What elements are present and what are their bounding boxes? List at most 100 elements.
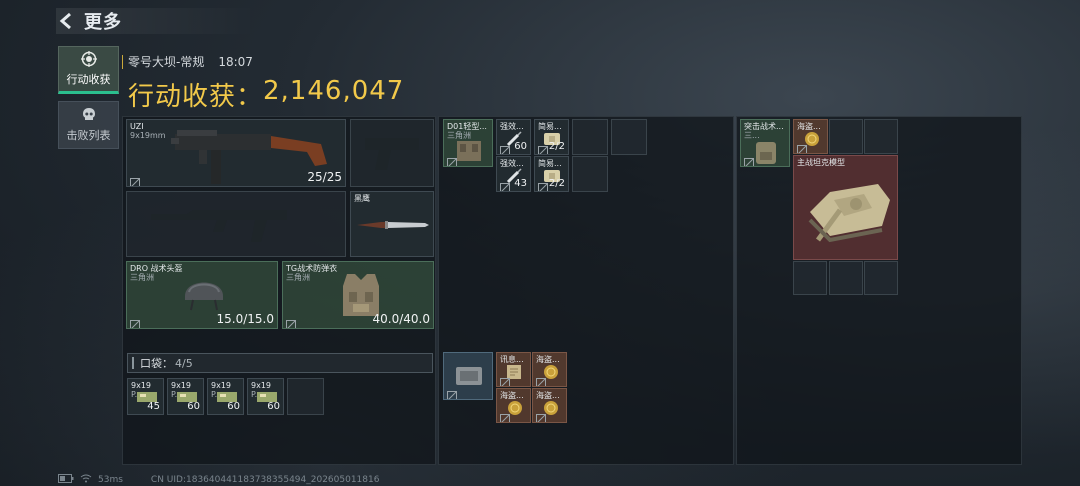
secure-case-slot[interactable] bbox=[443, 352, 493, 400]
rig-empty-slot[interactable] bbox=[572, 119, 608, 155]
backpack-empty-slot[interactable] bbox=[864, 119, 898, 154]
footer-status: 53ms CN UID:183640441183738355494_202605… bbox=[58, 474, 379, 486]
rifle-slot[interactable] bbox=[126, 191, 346, 257]
item-qty: 60 bbox=[227, 401, 240, 412]
pocket-empty-slot[interactable] bbox=[287, 378, 324, 415]
item-qty: 60 bbox=[267, 401, 280, 412]
case-item[interactable]: 海盗... bbox=[532, 388, 567, 423]
item-qty: 60 bbox=[514, 141, 527, 152]
match-time: 18:07 bbox=[218, 54, 253, 69]
back-chevron-icon[interactable] bbox=[58, 12, 76, 30]
knife-icon bbox=[357, 221, 429, 229]
tab-label: 行动收获 bbox=[66, 73, 111, 86]
item-name: 9x19 bbox=[251, 381, 272, 390]
unlocked-flag-icon bbox=[130, 173, 140, 186]
unlocked-flag-icon bbox=[130, 315, 140, 328]
melee-slot[interactable]: 黑鹰 bbox=[350, 191, 434, 257]
item-name: 9x19 bbox=[131, 381, 152, 390]
header: 更多 bbox=[58, 8, 122, 34]
chest-rig-icon bbox=[457, 141, 481, 161]
rig-empty-slot[interactable] bbox=[611, 119, 647, 155]
backpack-empty-slot[interactable] bbox=[864, 261, 898, 295]
unlocked-flag-icon bbox=[447, 153, 457, 166]
rig-item[interactable]: 强效... 43 bbox=[496, 156, 531, 192]
earnings-value: 2,146,047 bbox=[263, 76, 405, 106]
case-item[interactable]: 海盗... bbox=[532, 352, 567, 387]
target-icon bbox=[80, 51, 97, 67]
match-info: 零号大坝-常规 18:07 bbox=[122, 53, 253, 70]
armor-durability: 40.0/40.0 bbox=[372, 312, 430, 326]
unlocked-flag-icon bbox=[500, 178, 510, 191]
backpack-item[interactable]: 海盗... bbox=[793, 119, 828, 154]
helmet-faction: 三角洲 bbox=[130, 273, 154, 282]
item-qty: 2/2 bbox=[548, 178, 565, 189]
latency: 53ms bbox=[98, 475, 123, 485]
map-name: 零号大坝-常规 bbox=[128, 55, 205, 69]
item-qty: 2/2 bbox=[548, 141, 565, 152]
pocket-header: 口袋： 4/5 bbox=[127, 353, 433, 373]
divider bbox=[132, 357, 134, 369]
battery-icon bbox=[58, 474, 74, 486]
armor-faction: 三角洲 bbox=[286, 273, 310, 282]
unlocked-flag-icon bbox=[286, 315, 296, 328]
case-item[interactable]: 海盗... bbox=[496, 388, 531, 423]
pocket-item[interactable]: 9x19 P... 60 bbox=[247, 378, 284, 415]
wifi-icon bbox=[80, 474, 92, 486]
tab-operation-loot[interactable]: 行动收获 bbox=[58, 46, 119, 94]
rifle-silhouette-icon bbox=[151, 210, 287, 242]
rig-name: D01轻型... bbox=[447, 122, 487, 131]
unlocked-flag-icon bbox=[536, 373, 546, 386]
tab-kill-list[interactable]: 击败列表 bbox=[58, 101, 119, 149]
unlocked-flag-icon bbox=[500, 373, 510, 386]
unlocked-flag-icon bbox=[797, 140, 807, 153]
backpack-empty-slot[interactable] bbox=[829, 261, 863, 295]
rig-item[interactable]: 简易... 2/2 bbox=[534, 119, 569, 155]
item-qty: 45 bbox=[147, 401, 160, 412]
case-item[interactable]: 讯息... bbox=[496, 352, 531, 387]
weapon-caliber: 9x19mm bbox=[130, 131, 166, 140]
secure-case-icon bbox=[456, 367, 482, 385]
rig-item[interactable]: 强效... 60 bbox=[496, 119, 531, 155]
earnings: 行动收获： 2,146,047 bbox=[128, 76, 404, 113]
pocket-item[interactable]: 9x19 P... 45 bbox=[127, 378, 164, 415]
rig-empty-slot[interactable] bbox=[572, 156, 608, 192]
pocket-item[interactable]: 9x19 P... 60 bbox=[167, 378, 204, 415]
backpack-slot[interactable]: 突击战术... 三... bbox=[740, 119, 790, 167]
unlocked-flag-icon bbox=[538, 141, 548, 154]
unlocked-flag-icon bbox=[447, 386, 457, 399]
helmet-slot[interactable]: DRO 战术头盔 三角洲 15.0/15.0 bbox=[126, 261, 278, 329]
header-title: 更多 bbox=[84, 12, 122, 33]
armor-name: TG战术防弹衣 bbox=[286, 264, 338, 273]
backpack-item-large[interactable]: 主战坦克模型 bbox=[793, 155, 898, 260]
divider bbox=[122, 54, 123, 69]
body-armor-icon bbox=[343, 274, 379, 316]
tab-label: 击败列表 bbox=[66, 129, 111, 142]
backpack-empty-slot[interactable] bbox=[829, 119, 863, 154]
item-qty: 43 bbox=[514, 178, 527, 189]
helmet-name: DRO 战术头盔 bbox=[130, 264, 183, 273]
earnings-label: 行动收获： bbox=[128, 82, 264, 112]
skull-icon bbox=[81, 107, 97, 123]
unlocked-flag-icon bbox=[538, 178, 548, 191]
primary-weapon-slot[interactable]: UZI 9x19mm 25/25 bbox=[126, 119, 346, 187]
item-name: 简易... bbox=[538, 159, 562, 168]
backpack-name: 突击战术... bbox=[744, 122, 784, 131]
backpack-empty-slot[interactable] bbox=[793, 261, 827, 295]
armor-slot[interactable]: TG战术防弹衣 三角洲 40.0/40.0 bbox=[282, 261, 434, 329]
unlocked-flag-icon bbox=[500, 141, 510, 154]
unlocked-flag-icon bbox=[500, 409, 510, 422]
weapon-ammo: 25/25 bbox=[307, 170, 342, 184]
item-name: 简易... bbox=[538, 122, 562, 131]
pocket-item[interactable]: 9x19 P... 60 bbox=[207, 378, 244, 415]
item-name: 9x19 bbox=[211, 381, 232, 390]
weapon-name: UZI bbox=[130, 122, 144, 131]
pocket-count: 4/5 bbox=[175, 356, 193, 370]
rig-item[interactable]: 简易... 2/2 bbox=[534, 156, 569, 192]
user-uid: CN UID:183640441183738355494_20260501181… bbox=[150, 475, 380, 485]
helmet-icon bbox=[185, 282, 223, 311]
item-name: 主战坦克模型 bbox=[797, 158, 845, 167]
unlocked-flag-icon bbox=[536, 409, 546, 422]
secondary-weapon-slot[interactable] bbox=[350, 119, 434, 187]
chest-rig-slot[interactable]: D01轻型... 三角洲 bbox=[443, 119, 493, 167]
unlocked-flag-icon bbox=[744, 153, 754, 166]
